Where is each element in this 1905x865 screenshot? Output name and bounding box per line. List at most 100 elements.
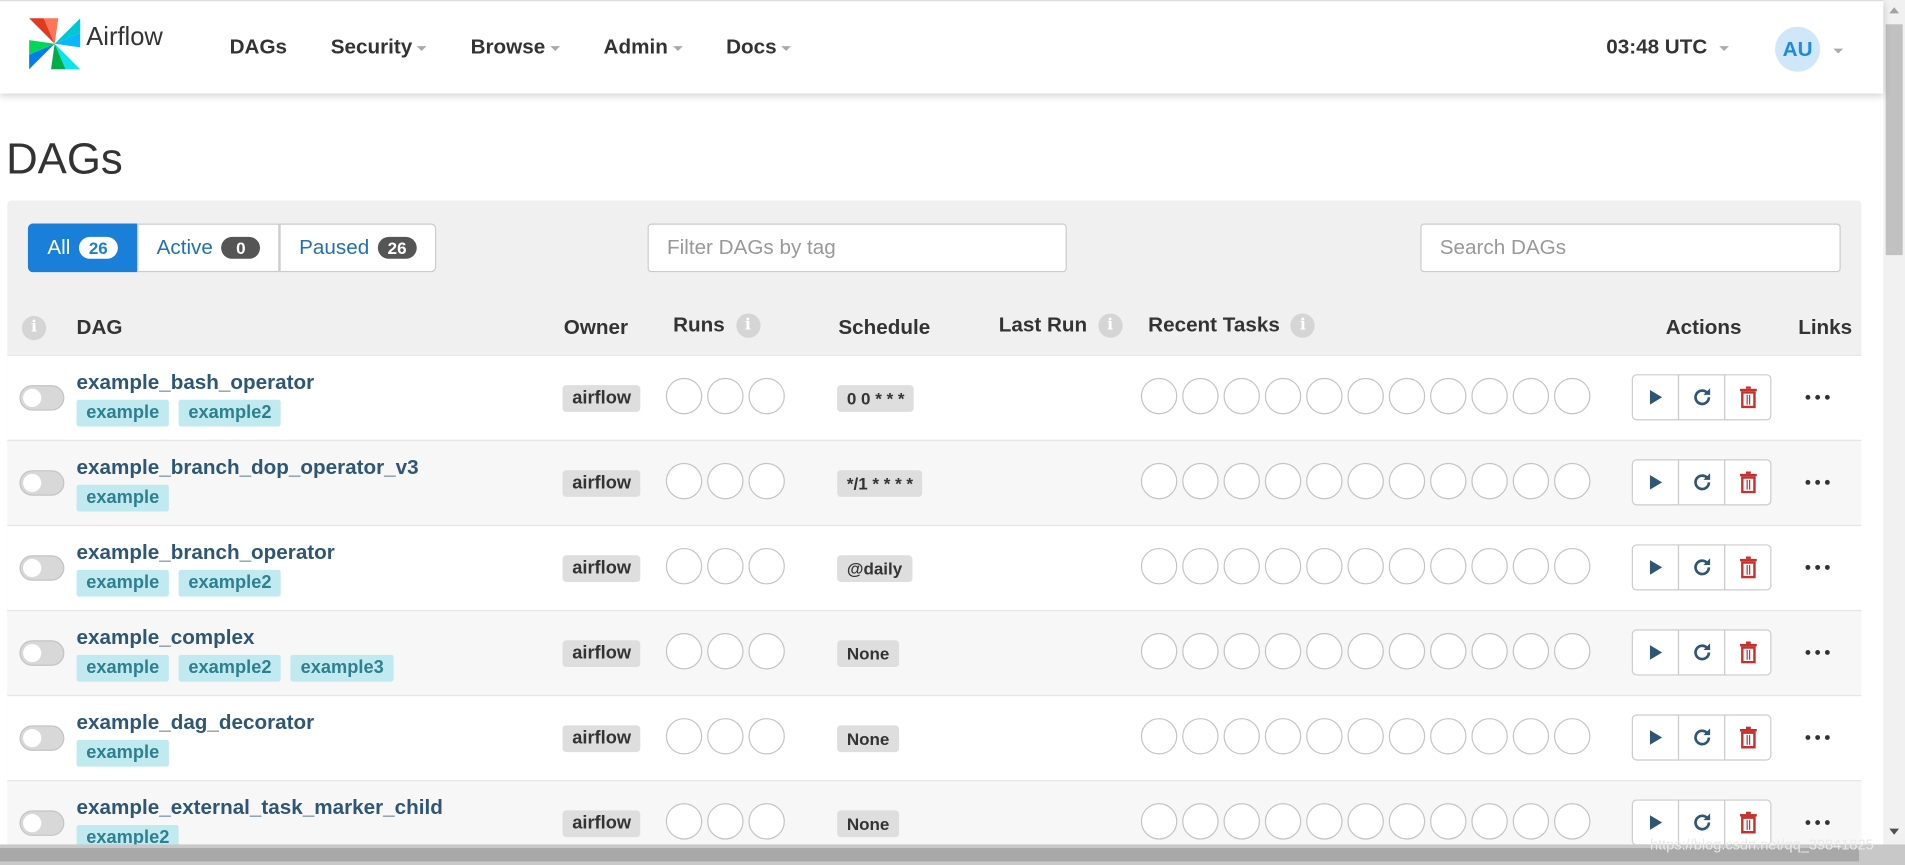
run-state-circle[interactable] bbox=[748, 377, 785, 415]
pause-toggle[interactable] bbox=[19, 385, 65, 411]
task-state-circle[interactable] bbox=[1430, 547, 1467, 585]
run-state-circle[interactable] bbox=[707, 547, 744, 585]
owner-badge[interactable]: airflow bbox=[562, 640, 641, 668]
trigger-dag-button[interactable] bbox=[1631, 544, 1680, 591]
pause-toggle[interactable] bbox=[19, 640, 65, 666]
run-state-circle[interactable] bbox=[665, 803, 703, 840]
info-icon[interactable]: i bbox=[21, 315, 47, 341]
links-menu-button[interactable] bbox=[1805, 555, 1830, 579]
task-state-circle[interactable] bbox=[1140, 547, 1178, 585]
info-icon[interactable]: i bbox=[735, 313, 760, 338]
tag-filter-input[interactable] bbox=[647, 223, 1067, 273]
task-state-circle[interactable] bbox=[1347, 377, 1384, 415]
delete-dag-button[interactable] bbox=[1724, 544, 1772, 591]
task-state-circle[interactable] bbox=[1140, 633, 1178, 670]
run-state-circle[interactable] bbox=[665, 547, 703, 585]
search-input[interactable] bbox=[1420, 223, 1841, 273]
task-state-circle[interactable] bbox=[1264, 462, 1302, 500]
task-state-circle[interactable] bbox=[1388, 633, 1426, 670]
horizontal-scrollbar[interactable] bbox=[0, 844, 1905, 865]
refresh-dag-button[interactable] bbox=[1677, 544, 1726, 591]
tab-all[interactable]: All 26 bbox=[27, 223, 138, 273]
task-state-circle[interactable] bbox=[1264, 633, 1302, 670]
task-state-circle[interactable] bbox=[1182, 462, 1219, 500]
task-state-circle[interactable] bbox=[1182, 377, 1219, 415]
run-state-circle[interactable] bbox=[748, 462, 785, 500]
trigger-dag-button[interactable] bbox=[1631, 374, 1680, 421]
header-dag[interactable]: DAG bbox=[77, 316, 123, 340]
task-state-circle[interactable] bbox=[1223, 718, 1260, 755]
run-state-circle[interactable] bbox=[665, 377, 703, 415]
run-state-circle[interactable] bbox=[748, 803, 785, 840]
dag-link[interactable]: example_branch_operator bbox=[77, 541, 335, 565]
refresh-dag-button[interactable] bbox=[1677, 714, 1726, 761]
nav-browse[interactable]: Browse bbox=[471, 35, 560, 59]
task-state-circle[interactable] bbox=[1347, 633, 1384, 670]
run-state-circle[interactable] bbox=[665, 462, 703, 500]
scroll-down-icon[interactable] bbox=[1889, 828, 1900, 835]
nav-admin[interactable]: Admin bbox=[604, 35, 683, 59]
task-state-circle[interactable] bbox=[1223, 547, 1260, 585]
task-state-circle[interactable] bbox=[1306, 718, 1343, 755]
task-state-circle[interactable] bbox=[1471, 547, 1508, 585]
pause-toggle[interactable] bbox=[19, 810, 65, 836]
dag-tag[interactable]: example2 bbox=[178, 399, 282, 427]
task-state-circle[interactable] bbox=[1553, 633, 1591, 670]
task-state-circle[interactable] bbox=[1388, 803, 1426, 840]
trigger-dag-button[interactable] bbox=[1631, 629, 1680, 676]
schedule-badge[interactable]: None bbox=[837, 640, 900, 668]
task-state-circle[interactable] bbox=[1182, 803, 1219, 840]
task-state-circle[interactable] bbox=[1347, 803, 1384, 840]
dag-tag[interactable]: example bbox=[76, 484, 169, 512]
schedule-badge[interactable]: None bbox=[837, 810, 900, 838]
links-menu-button[interactable] bbox=[1805, 725, 1830, 749]
task-state-circle[interactable] bbox=[1430, 803, 1467, 840]
delete-dag-button[interactable] bbox=[1724, 459, 1772, 506]
task-state-circle[interactable] bbox=[1430, 633, 1467, 670]
vertical-scrollbar[interactable] bbox=[1883, 0, 1905, 845]
tab-active[interactable]: Active 0 bbox=[137, 223, 280, 273]
schedule-badge[interactable]: */1 * * * * bbox=[837, 470, 923, 497]
task-state-circle[interactable] bbox=[1553, 377, 1591, 415]
owner-badge[interactable]: airflow bbox=[562, 470, 641, 497]
links-menu-button[interactable] bbox=[1805, 810, 1830, 834]
refresh-dag-button[interactable] bbox=[1677, 459, 1726, 506]
task-state-circle[interactable] bbox=[1223, 803, 1260, 840]
task-state-circle[interactable] bbox=[1512, 547, 1550, 585]
run-state-circle[interactable] bbox=[707, 462, 744, 500]
refresh-dag-button[interactable] bbox=[1677, 629, 1726, 676]
dag-tag[interactable]: example2 bbox=[178, 654, 282, 682]
info-icon[interactable]: i bbox=[1098, 313, 1123, 338]
owner-badge[interactable]: airflow bbox=[562, 810, 641, 838]
schedule-badge[interactable]: None bbox=[837, 725, 900, 753]
dag-link[interactable]: example_dag_decorator bbox=[77, 711, 315, 735]
task-state-circle[interactable] bbox=[1182, 633, 1219, 670]
task-state-circle[interactable] bbox=[1140, 462, 1178, 500]
task-state-circle[interactable] bbox=[1471, 718, 1508, 755]
task-state-circle[interactable] bbox=[1223, 462, 1260, 500]
dag-link[interactable]: example_complex bbox=[77, 626, 255, 650]
info-icon[interactable]: i bbox=[1290, 313, 1316, 338]
task-state-circle[interactable] bbox=[1306, 803, 1343, 840]
run-state-circle[interactable] bbox=[665, 718, 703, 755]
owner-badge[interactable]: airflow bbox=[562, 555, 641, 582]
task-state-circle[interactable] bbox=[1388, 718, 1426, 755]
task-state-circle[interactable] bbox=[1471, 462, 1508, 500]
task-state-circle[interactable] bbox=[1471, 803, 1508, 840]
user-menu-caret-icon[interactable] bbox=[1833, 48, 1844, 54]
task-state-circle[interactable] bbox=[1347, 547, 1384, 585]
task-state-circle[interactable] bbox=[1553, 547, 1591, 585]
dag-link[interactable]: example_bash_operator bbox=[77, 371, 315, 395]
task-state-circle[interactable] bbox=[1553, 718, 1591, 755]
scroll-thumb[interactable] bbox=[0, 848, 1859, 862]
run-state-circle[interactable] bbox=[707, 633, 744, 670]
run-state-circle[interactable] bbox=[707, 718, 744, 755]
header-owner[interactable]: Owner bbox=[564, 316, 628, 340]
trigger-dag-button[interactable] bbox=[1631, 459, 1680, 506]
timezone-dropdown[interactable]: 03:48 UTC bbox=[1606, 35, 1730, 59]
delete-dag-button[interactable] bbox=[1724, 374, 1772, 421]
dag-link[interactable]: example_branch_dop_operator_v3 bbox=[77, 456, 419, 480]
task-state-circle[interactable] bbox=[1388, 547, 1426, 585]
task-state-circle[interactable] bbox=[1140, 803, 1178, 840]
task-state-circle[interactable] bbox=[1388, 462, 1426, 500]
